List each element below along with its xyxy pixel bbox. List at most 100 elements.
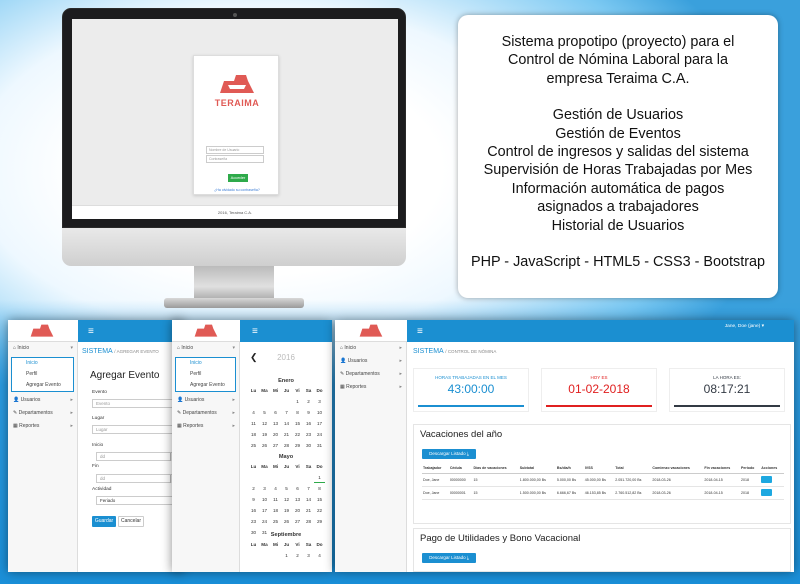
calendar-day[interactable]: 11 (270, 494, 281, 505)
calendar-day[interactable]: 1 (314, 472, 325, 483)
calendar-day[interactable]: 27 (292, 516, 303, 527)
password-field[interactable]: Contraseña (206, 155, 264, 163)
calendar-day[interactable]: 10 (259, 494, 270, 505)
calendar-day[interactable]: 22 (314, 505, 325, 516)
calendar-day[interactable]: 2 (248, 483, 259, 494)
calendar-day[interactable]: 14 (303, 494, 314, 505)
calendar-day[interactable]: 21 (281, 429, 292, 440)
fin-date-input[interactable]: dd (96, 474, 177, 483)
calendar-day[interactable]: 16 (248, 505, 259, 516)
sidebar-item-departamentos[interactable]: ✎ Departamentos ▸ (335, 368, 406, 381)
calendar-day[interactable]: 25 (248, 440, 259, 451)
save-button[interactable]: Guardar (92, 516, 116, 527)
forgot-password-link[interactable]: ¿Ha olvidado su contraseña? (194, 188, 280, 192)
calendar-day[interactable]: 18 (270, 505, 281, 516)
sidebar-item-usuarios[interactable]: 👤 Usuarios ▸ (335, 355, 406, 368)
sidebar-sub-inicio[interactable]: Inicio (12, 358, 73, 369)
sidebar-item-departamentos[interactable]: ✎ Departamentos ▸ (8, 407, 77, 420)
calendar-day[interactable]: 3 (303, 550, 314, 561)
lugar-input[interactable]: Lugar (92, 425, 177, 434)
calendar-day[interactable]: 31 (314, 440, 325, 451)
calendar-day[interactable]: 26 (259, 440, 270, 451)
calendar-day[interactable]: 11 (248, 418, 259, 429)
calendar-day[interactable]: 2 (292, 550, 303, 561)
calendar-day[interactable]: 19 (259, 429, 270, 440)
calendar-day[interactable]: 8 (292, 407, 303, 418)
action-button[interactable] (761, 489, 773, 496)
calendar-day[interactable]: 23 (248, 516, 259, 527)
menu-icon[interactable]: ≡ (88, 326, 94, 337)
calendar-day[interactable]: 20 (270, 429, 281, 440)
user-menu[interactable]: Jane, Doe (jane) ▾ (725, 324, 764, 329)
calendar-day[interactable]: 3 (314, 396, 325, 407)
sidebar-item-reportes[interactable]: ▦ Reportes ▸ (335, 381, 406, 394)
calendar-day[interactable]: 16 (303, 418, 314, 429)
sidebar-sub-agregar-evento[interactable]: Agregar Evento (12, 380, 73, 391)
calendar-day[interactable]: 4 (314, 550, 325, 561)
calendar-day[interactable]: 21 (303, 505, 314, 516)
actividad-select[interactable]: Feriado (96, 496, 177, 505)
calendar-day[interactable]: 14 (281, 418, 292, 429)
download-vacaciones-button[interactable]: Descargar Listado ⤓ (422, 449, 476, 459)
calendar-day[interactable]: 13 (292, 494, 303, 505)
calendar-day[interactable]: 22 (292, 429, 303, 440)
menu-icon[interactable]: ≡ (252, 326, 258, 337)
calendar-day[interactable]: 29 (314, 516, 325, 527)
username-field[interactable]: Nombre de Usuario (206, 146, 264, 154)
calendar-day[interactable]: 10 (314, 407, 325, 418)
sidebar-item-inicio[interactable]: ⌂ Inicio ▸ (335, 342, 406, 355)
calendar-day[interactable]: 9 (248, 494, 259, 505)
calendar-day[interactable]: 29 (292, 440, 303, 451)
evento-input[interactable]: Evento (92, 399, 177, 408)
calendar-day[interactable]: 17 (259, 505, 270, 516)
sidebar-item-usuarios[interactable]: 👤 Usuarios ▸ (172, 394, 239, 407)
calendar-day[interactable]: 9 (303, 407, 314, 418)
calendar-day[interactable]: 3 (259, 483, 270, 494)
sidebar-item-reportes[interactable]: ▦ Reportes ▸ (172, 420, 239, 433)
calendar-day[interactable]: 6 (270, 407, 281, 418)
calendar-day[interactable]: 12 (259, 418, 270, 429)
calendar-day[interactable]: 17 (314, 418, 325, 429)
calendar-day[interactable]: 6 (292, 483, 303, 494)
calendar-day[interactable]: 7 (281, 407, 292, 418)
calendar-day[interactable]: 18 (248, 429, 259, 440)
calendar-day[interactable]: 5 (281, 483, 292, 494)
calendar-day[interactable]: 2 (303, 396, 314, 407)
calendar-day[interactable]: 28 (281, 440, 292, 451)
calendar-day[interactable]: 13 (270, 418, 281, 429)
inicio-date-input[interactable]: dd (96, 452, 177, 461)
sidebar-sub-agregar-evento[interactable]: Agregar Evento (176, 380, 235, 391)
calendar-day[interactable]: 28 (303, 516, 314, 527)
calendar-day[interactable]: 1 (292, 396, 303, 407)
calendar-day[interactable]: 8 (314, 483, 325, 494)
sidebar-item-departamentos[interactable]: ✎ Departamentos ▸ (172, 407, 239, 420)
calendar-day[interactable]: 27 (270, 440, 281, 451)
calendar-day[interactable]: 4 (248, 407, 259, 418)
calendar-day[interactable]: 19 (281, 505, 292, 516)
sidebar-item-inicio[interactable]: ⌂ Inicio ▾ (172, 342, 239, 355)
calendar-day[interactable]: 4 (270, 483, 281, 494)
calendar-day[interactable]: 15 (292, 418, 303, 429)
sidebar-item-reportes[interactable]: ▦ Reportes ▸ (8, 420, 77, 433)
sidebar-item-inicio[interactable]: ⌂ Inicio ▾ (8, 342, 77, 355)
login-button[interactable]: Acceder (228, 174, 248, 182)
calendar-day[interactable]: 20 (292, 505, 303, 516)
sidebar-sub-perfil[interactable]: Perfil (12, 369, 73, 380)
calendar-day[interactable]: 24 (314, 429, 325, 440)
calendar-day[interactable]: 24 (259, 516, 270, 527)
calendar-day[interactable]: 12 (281, 494, 292, 505)
calendar-day[interactable]: 23 (303, 429, 314, 440)
calendar-day[interactable]: 25 (270, 516, 281, 527)
calendar-day[interactable]: 26 (281, 516, 292, 527)
calendar-day[interactable]: 15 (314, 494, 325, 505)
download-utilidades-button[interactable]: Descargar Listado ⤓ (422, 553, 476, 563)
menu-icon[interactable]: ≡ (417, 326, 423, 337)
calendar-day[interactable]: 30 (303, 440, 314, 451)
sidebar-item-usuarios[interactable]: 👤 Usuarios ▸ (8, 394, 77, 407)
sidebar-sub-perfil[interactable]: Perfil (176, 369, 235, 380)
cancel-button[interactable]: Cancelar (118, 516, 144, 527)
sidebar-sub-inicio[interactable]: Inicio (176, 358, 235, 369)
action-button[interactable] (761, 476, 773, 483)
calendar-day[interactable]: 5 (259, 407, 270, 418)
calendar-day[interactable]: 1 (281, 550, 292, 561)
